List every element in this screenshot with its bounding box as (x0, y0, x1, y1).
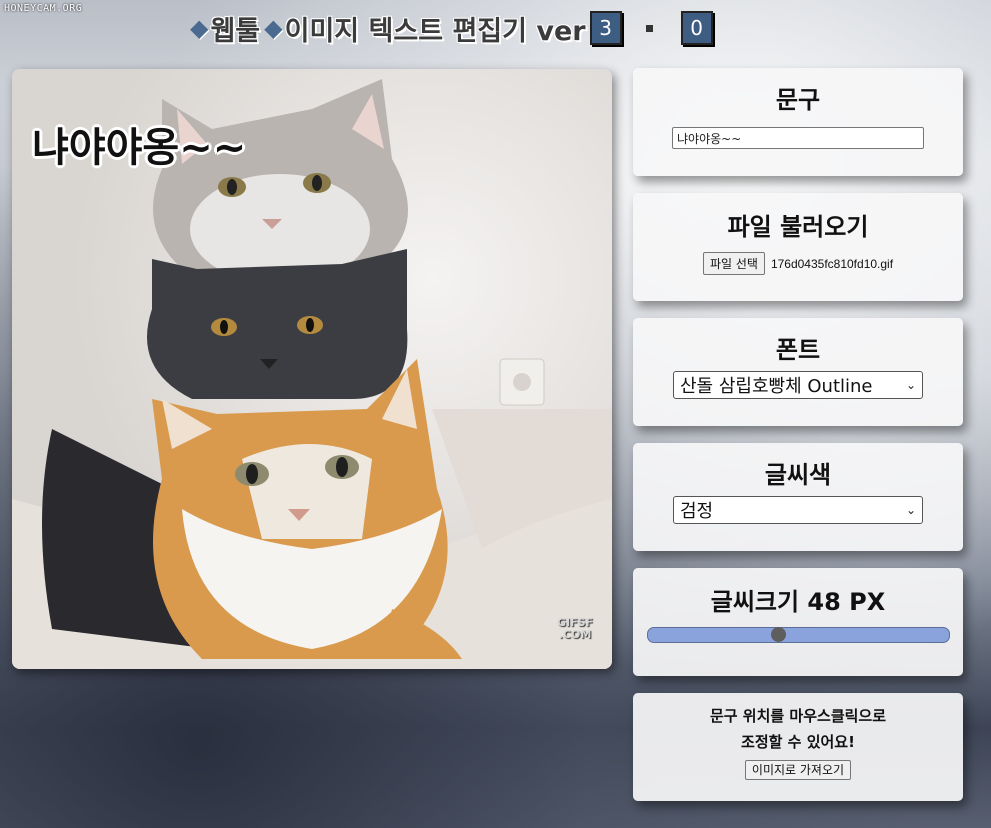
slider-thumb[interactable] (770, 627, 786, 642)
phrase-card: 문구 (633, 68, 963, 176)
size-heading: 글씨크기 48 PX (710, 588, 886, 616)
phrase-input[interactable] (672, 127, 924, 149)
note-card: 문구 위치를 마우스클릭으로 조정할 수 있어요! 이미지로 가져오기 (633, 693, 963, 801)
color-select[interactable]: 검정 ⌄ (673, 496, 923, 524)
version-separator (645, 24, 653, 32)
image-canvas[interactable]: 냐야야옹~~ GIFSF .COM (12, 69, 612, 669)
diamond-icon: ◆ (264, 14, 283, 42)
size-card: 글씨크기 48 PX (633, 568, 963, 676)
version-minor: 0 (680, 11, 713, 45)
diamond-icon: ◆ (190, 14, 209, 42)
font-size-slider[interactable] (646, 627, 950, 643)
font-select[interactable]: 산돌 삼립호빵체 Outline ⌄ (673, 371, 923, 399)
page-title: ◆ 웹툴 ◆ 이미지 텍스트 편집기 ver 3 0 (190, 10, 713, 47)
title-part-2: 이미지 텍스트 편집기 ver (284, 15, 586, 47)
note-line-1: 문구 위치를 마우스클릭으로 (709, 707, 887, 725)
chevron-down-icon: ⌄ (905, 503, 916, 517)
export-image-button[interactable]: 이미지로 가져오기 (744, 760, 852, 780)
chevron-down-icon: ⌄ (905, 378, 916, 392)
color-heading: 글씨색 (764, 461, 832, 489)
note-line-2: 조정할 수 있어요! (741, 733, 855, 751)
gif-watermark-line2: .COM (558, 628, 592, 641)
title-part-1: 웹툴 (210, 15, 261, 47)
color-card: 글씨색 검정 ⌄ (633, 443, 963, 551)
font-card: 폰트 산돌 삼립호빵체 Outline ⌄ (633, 318, 963, 426)
choose-file-button[interactable]: 파일 선택 (702, 252, 765, 275)
file-heading: 파일 불러오기 (727, 213, 869, 241)
overlay-phrase-text[interactable]: 냐야야옹~~ (32, 115, 246, 173)
gif-watermark: GIFSF .COM (557, 617, 593, 641)
font-select-value: 산돌 삼립호빵체 Outline (680, 376, 873, 397)
color-select-value: 검정 (680, 501, 714, 522)
honeycam-watermark: HONEYCAM.ORG (4, 3, 83, 14)
file-card: 파일 불러오기 파일 선택 176d0435fc810fd10.gif (633, 193, 963, 301)
phrase-heading: 문구 (775, 86, 821, 114)
font-heading: 폰트 (775, 336, 821, 364)
file-row: 파일 선택 176d0435fc810fd10.gif (633, 252, 963, 275)
file-name: 176d0435fc810fd10.gif (770, 256, 894, 271)
version-major: 3 (589, 11, 622, 45)
